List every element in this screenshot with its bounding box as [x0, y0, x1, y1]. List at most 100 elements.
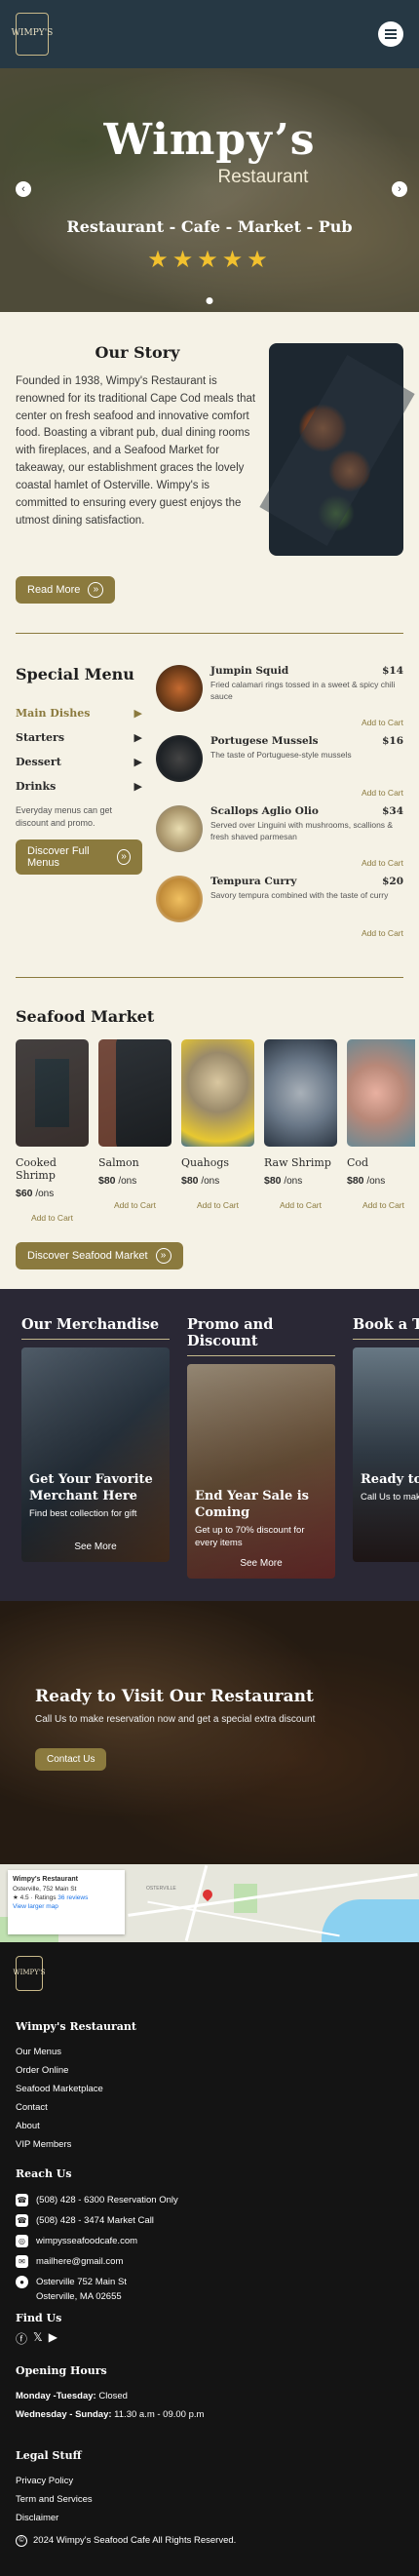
- contact-us-button[interactable]: Contact Us: [35, 1748, 107, 1772]
- facebook-icon[interactable]: ⓕ: [16, 2330, 27, 2347]
- logo[interactable]: WIMPY'S: [12, 13, 53, 56]
- add-to-cart-button[interactable]: Add to Cart: [156, 788, 403, 798]
- contact-market[interactable]: ☎ (508) 428 - 3474 Market Call: [16, 2214, 403, 2228]
- add-to-cart-button[interactable]: Add to Cart: [181, 1200, 254, 1210]
- add-to-cart-button[interactable]: Add to Cart: [16, 1213, 89, 1223]
- x-twitter-icon[interactable]: 𝕏: [33, 2330, 43, 2347]
- dish-name: Jumpin Squid: [210, 665, 289, 678]
- read-more-label: Read More: [27, 584, 81, 597]
- see-more-link[interactable]: S: [353, 1542, 419, 1552]
- product-unit: /ons: [118, 1176, 137, 1188]
- carousel-next-button[interactable]: ›: [392, 181, 407, 197]
- product-image: [16, 1039, 89, 1148]
- product-unit: /ons: [284, 1176, 303, 1188]
- contact-reservation[interactable]: ☎ (508) 428 - 6300 Reservation Only: [16, 2194, 403, 2207]
- footer-link-contact[interactable]: Contact: [16, 2102, 403, 2113]
- product-name: Quahogs: [181, 1156, 230, 1170]
- privacy-policy-link[interactable]: Privacy Policy: [16, 2476, 403, 2486]
- dish-price: $20: [382, 876, 403, 888]
- book-table-card[interactable]: Ready to J Call Us to make Get an extra …: [353, 1347, 419, 1563]
- carousel-prev-button[interactable]: ‹: [16, 181, 31, 197]
- contact-website[interactable]: ◎ wimpysseafoodcafe.com: [16, 2235, 403, 2248]
- product-image: [264, 1039, 337, 1148]
- footer-link-order[interactable]: Order Online: [16, 2065, 403, 2076]
- copyright: © 2024 Wimpy's Seafood Cafe All Rights Re…: [16, 2534, 403, 2547]
- contact-text: mailhere@gmail.com: [36, 2256, 124, 2268]
- caret-right-icon: ▶: [133, 707, 142, 721]
- menu-button[interactable]: [378, 21, 403, 47]
- card-text: Find best collection for gift: [29, 1508, 137, 1520]
- read-more-button[interactable]: Read More »: [16, 576, 116, 605]
- copyright-text: 2024 Wimpy's Seafood Cafe All Rights Res…: [33, 2535, 237, 2547]
- hours-day: Wednesday - Sunday:: [16, 2408, 112, 2420]
- product-price: $80: [98, 1175, 116, 1188]
- our-story-section: Our Story Founded in 1938, Wimpy's Resta…: [0, 312, 419, 633]
- promo-card[interactable]: End Year Sale is Coming Get up to 70% di…: [187, 1364, 335, 1580]
- footer-link-vip[interactable]: VIP Members: [16, 2139, 403, 2150]
- discover-market-button[interactable]: Discover Seafood Market »: [16, 1242, 183, 1270]
- add-to-cart-button[interactable]: Add to Cart: [156, 718, 403, 727]
- footer: WIMPY'S Wimpy's Restaurant Our Menus Ord…: [0, 1942, 419, 2576]
- map-reviews-link[interactable]: 36 reviews: [57, 1894, 88, 1901]
- youtube-icon[interactable]: ▶: [49, 2330, 57, 2347]
- product-card: Cooked Shrimp $60 /ons Add to Cart: [16, 1039, 89, 1223]
- add-to-cart-button[interactable]: Add to Cart: [264, 1200, 337, 1210]
- add-to-cart-button[interactable]: Add to Cart: [98, 1200, 171, 1210]
- card-text: Get up to 70% discount for every items: [195, 1525, 305, 1548]
- terms-link[interactable]: Term and Services: [16, 2494, 403, 2505]
- view-larger-map-link[interactable]: View larger map: [13, 1903, 58, 1910]
- carousel-dot[interactable]: [206, 297, 213, 304]
- category-main-dishes[interactable]: Main Dishes ▶: [16, 707, 142, 720]
- footer-link-menus[interactable]: Our Menus: [16, 2047, 403, 2057]
- menu-item: Jumpin Squid $14 Fried calamari rings tos…: [156, 665, 403, 713]
- product-carousel[interactable]: Cooked Shrimp $60 /ons Add to Cart Salmo…: [16, 1039, 415, 1223]
- map-pin-icon[interactable]: [200, 1888, 215, 1902]
- top-bar: WIMPY'S: [0, 0, 419, 68]
- contact-address[interactable]: ● Osterville 752 Main St Osterville, MA 0…: [16, 2276, 403, 2304]
- map-address: Osterville, 752 Main St: [13, 1886, 77, 1893]
- category-dessert[interactable]: Dessert ▶: [16, 756, 142, 768]
- footer-logo[interactable]: WIMPY'S: [13, 1956, 46, 1992]
- dish-name: Scallops Aglio Olio: [210, 805, 319, 818]
- hero-carousel: ‹ › Wimpy’s Restaurant Restaurant - Cafe…: [0, 68, 419, 312]
- hours-time: 11.30 a.m - 09.00 p.m: [111, 2408, 205, 2420]
- contact-text: wimpysseafoodcafe.com: [36, 2236, 138, 2247]
- category-drinks[interactable]: Drinks ▶: [16, 780, 142, 793]
- see-more-link[interactable]: See More: [187, 1558, 335, 1569]
- dish-image: [156, 735, 203, 783]
- see-more-link[interactable]: See More: [21, 1542, 170, 1552]
- dish-description: The taste of Portuguese-style mussels: [210, 750, 352, 761]
- embedded-map[interactable]: OSTERVILLE Wimpy's Restaurant Osterville…: [0, 1864, 419, 1943]
- merchandise-card[interactable]: Get Your Favorite Merchant Here Find bes…: [21, 1347, 170, 1563]
- contact-email[interactable]: ✉ mailhere@gmail.com: [16, 2255, 403, 2269]
- add-to-cart-button[interactable]: Add to Cart: [156, 928, 403, 938]
- double-chevron-icon: »: [155, 1248, 171, 1265]
- footer-link-about[interactable]: About: [16, 2121, 403, 2131]
- card-title: End Year Sale is Coming: [195, 1489, 309, 1521]
- contact-text: (508) 428 - 6300 Reservation Only: [36, 2195, 178, 2206]
- chevron-right-icon: ›: [398, 183, 401, 195]
- add-to-cart-button[interactable]: Add to Cart: [347, 1200, 415, 1210]
- location-icon: ●: [16, 2276, 28, 2289]
- disclaimer-link[interactable]: Disclaimer: [16, 2513, 403, 2523]
- phone-icon: ☎: [16, 2194, 28, 2207]
- story-title: Our Story: [95, 343, 180, 362]
- special-menu-section: Special Menu Main Dishes ▶ Starters ▶ Dess…: [0, 634, 419, 977]
- column-heading: Our Merchandise: [21, 1316, 170, 1341]
- hero-tagline: Restaurant - Cafe - Market - Pub: [66, 217, 353, 236]
- caret-right-icon: ▶: [133, 756, 142, 769]
- product-card: Quahogs $80 /ons Add to Cart: [181, 1039, 254, 1223]
- footer-link-marketplace[interactable]: Seafood Marketplace: [16, 2084, 403, 2094]
- product-card: Salmon $80 /ons Add to Cart: [98, 1039, 171, 1223]
- copyright-icon: ©: [16, 2534, 27, 2547]
- category-starters[interactable]: Starters ▶: [16, 731, 142, 744]
- product-card: Cod $80 /ons Add to Cart: [347, 1039, 415, 1223]
- add-to-cart-button[interactable]: Add to Cart: [156, 858, 403, 868]
- menu-item: Portugese Mussels $16 The taste of Portug…: [156, 735, 403, 783]
- product-unit: /ons: [35, 1189, 55, 1200]
- discover-menu-button[interactable]: Discover Full Menus »: [16, 839, 142, 875]
- book-table-column: Book a Ta Ready to J Call Us to make Get…: [353, 1316, 419, 1579]
- dish-price: $16: [382, 735, 403, 748]
- card-title: Ready to J: [361, 1472, 419, 1488]
- discover-market-label: Discover Seafood Market: [27, 1250, 148, 1263]
